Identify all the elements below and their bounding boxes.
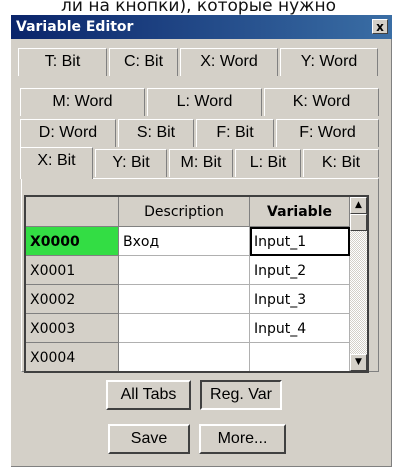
variable-editor-window: Variable Editor x T: Bit C: Bit X: Word … — [11, 15, 392, 467]
row-address[interactable]: X0003 — [26, 314, 119, 343]
row-address[interactable]: X0000 — [26, 227, 119, 256]
vertical-scrollbar[interactable]: ▲ ▼ — [350, 197, 367, 371]
variable-cell[interactable]: Input_3 — [250, 285, 350, 314]
variable-grid[interactable]: Description Variable X0000 Вход Input_1 … — [24, 195, 369, 373]
column-header-variable[interactable]: Variable — [250, 197, 350, 227]
row-address[interactable]: X0004 — [26, 343, 119, 371]
tab-x-word[interactable]: X: Word — [180, 48, 278, 76]
tab-c-bit[interactable]: C: Bit — [109, 48, 178, 76]
tab-f-bit[interactable]: F: Bit — [196, 119, 274, 147]
tab-d-word[interactable]: D: Word — [20, 119, 116, 147]
tab-k-word[interactable]: K: Word — [264, 88, 379, 116]
tab-m-bit[interactable]: M: Bit — [169, 149, 233, 177]
tab-s-bit[interactable]: S: Bit — [118, 119, 194, 147]
tab-x-bit[interactable]: X: Bit — [20, 147, 93, 179]
column-header-description[interactable]: Description — [119, 197, 250, 227]
variable-cell[interactable] — [250, 343, 350, 371]
reg-var-button[interactable]: Reg. Var — [200, 380, 282, 410]
variable-cell[interactable]: Input_1 — [250, 227, 350, 256]
description-cell[interactable] — [119, 285, 250, 314]
description-cell[interactable]: Вход — [119, 227, 250, 256]
scroll-down-icon[interactable]: ▼ — [350, 354, 367, 371]
variable-cell[interactable]: Input_4 — [250, 314, 350, 343]
tab-l-bit[interactable]: L: Bit — [235, 149, 301, 177]
background-text: ли на кнопки), которые нужно — [61, 0, 336, 16]
more-button[interactable]: More... — [199, 424, 286, 454]
window-title: Variable Editor — [16, 19, 134, 35]
tab-f-word[interactable]: F: Word — [276, 119, 379, 147]
close-button[interactable]: x — [372, 19, 388, 34]
grid-corner — [26, 197, 119, 227]
save-button[interactable]: Save — [108, 424, 190, 454]
tab-y-word[interactable]: Y: Word — [280, 48, 378, 76]
tab-y-bit[interactable]: Y: Bit — [95, 149, 167, 177]
description-cell[interactable] — [119, 314, 250, 343]
all-tabs-button[interactable]: All Tabs — [106, 380, 191, 410]
row-address[interactable]: X0001 — [26, 256, 119, 285]
tab-m-word[interactable]: M: Word — [20, 88, 145, 116]
tab-k-bit[interactable]: K: Bit — [303, 149, 379, 177]
row-address[interactable]: X0002 — [26, 285, 119, 314]
description-cell[interactable] — [119, 343, 250, 371]
description-cell[interactable] — [119, 256, 250, 285]
scroll-thumb[interactable] — [350, 214, 367, 231]
title-bar[interactable]: Variable Editor x — [11, 15, 392, 39]
tab-l-word[interactable]: L: Word — [147, 88, 262, 116]
variable-cell[interactable]: Input_2 — [250, 256, 350, 285]
tab-t-bit[interactable]: T: Bit — [18, 48, 107, 76]
scroll-up-icon[interactable]: ▲ — [350, 197, 367, 214]
